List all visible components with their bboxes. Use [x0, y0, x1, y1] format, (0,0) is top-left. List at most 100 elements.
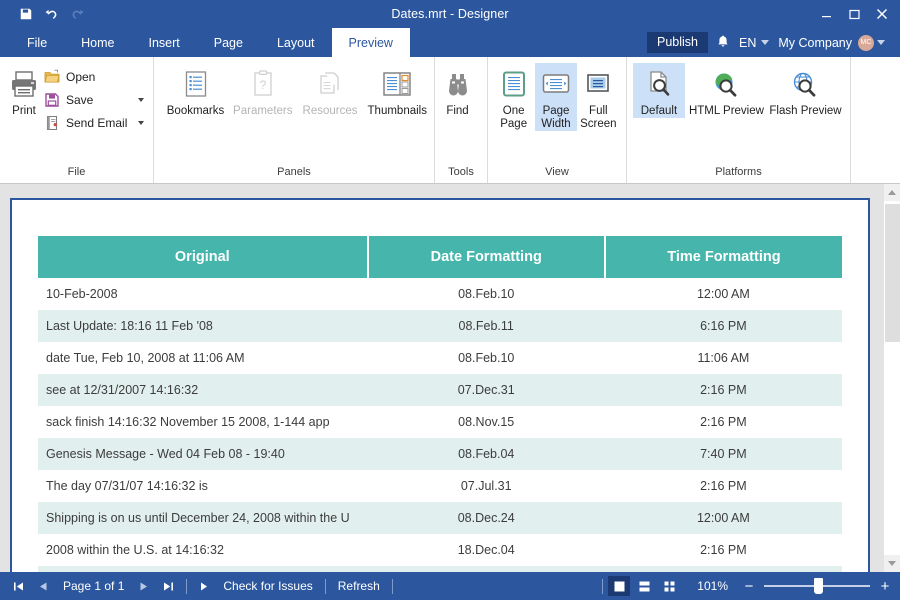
account-chevron-down-icon[interactable]	[877, 40, 885, 45]
cell-time: 12:00 AM	[604, 502, 842, 534]
check-issues-play-icon[interactable]	[192, 572, 216, 600]
zoom-slider-thumb[interactable]	[814, 578, 823, 594]
last-page-button[interactable]	[156, 572, 181, 600]
send-email-button[interactable]: Send Email	[41, 111, 146, 134]
cell-original: 10-Feb-2008	[46, 287, 118, 301]
title-bar: Dates.mrt - Designer	[0, 0, 900, 28]
tab-file[interactable]: File	[10, 28, 64, 57]
single-page-view-button[interactable]	[608, 576, 631, 596]
ribbon-group-label-platforms: Platforms	[715, 166, 762, 178]
tab-insert[interactable]: Insert	[132, 28, 197, 57]
full-screen-button[interactable]: Full Screen	[578, 63, 619, 131]
grid-view-button[interactable]	[658, 576, 680, 596]
maximize-button[interactable]	[840, 1, 868, 27]
scrollbar-thumb[interactable]	[884, 204, 900, 342]
ribbon-group-label-file: File	[67, 166, 86, 178]
scroll-up-button[interactable]	[883, 184, 900, 201]
close-button[interactable]	[868, 1, 896, 27]
bookmarks-button[interactable]: Bookmarks	[166, 63, 225, 118]
find-button[interactable]: Find	[435, 63, 480, 118]
ribbon-group-platforms: Default HTML Preview Flash Preview Platf…	[626, 57, 850, 183]
save-button-label: Save	[66, 92, 94, 107]
first-page-button[interactable]	[6, 572, 31, 600]
status-separator	[391, 578, 393, 594]
table-row: sack finish 14:16:32 November 15 2008, 1…	[38, 406, 842, 438]
cell-date: 08.Nov.15	[458, 415, 515, 429]
preview-canvas[interactable]: Original Date Formatting Time Formatting…	[0, 184, 883, 572]
column-header-time-formatting: Time Formatting	[604, 236, 842, 278]
thumbnails-button[interactable]: Thumbnails	[368, 63, 427, 118]
svg-text:?: ?	[259, 78, 266, 92]
tab-page[interactable]: Page	[197, 28, 260, 57]
folder-open-icon	[43, 68, 60, 85]
default-preview-button[interactable]: Default	[633, 63, 685, 118]
prev-page-button[interactable]	[31, 572, 55, 600]
minimize-button[interactable]	[812, 1, 840, 27]
cell-original: Genesis Message - Wed 04 Feb 08 - 19:40	[38, 438, 368, 470]
flash-preview-button[interactable]: Flash Preview	[768, 63, 843, 118]
table-row: The day 07/31/07 14:16:32 is 07.Jul.31 2…	[38, 470, 842, 502]
flash-preview-button-label: Flash Preview	[769, 105, 842, 117]
vertical-scrollbar[interactable]	[883, 184, 900, 572]
resources-button: Resources	[300, 63, 359, 118]
ribbon-group-label-tools: Tools	[448, 166, 474, 178]
avatar[interactable]: MC	[858, 34, 874, 51]
open-button[interactable]: Open	[41, 65, 146, 88]
cell-time: 2:16 PM	[700, 479, 747, 493]
page-width-button[interactable]: Page Width	[535, 63, 577, 131]
scrollbar-track[interactable]	[883, 201, 900, 555]
full-screen-button-label: Full Screen	[580, 105, 617, 130]
publish-button[interactable]: Publish	[646, 32, 708, 53]
tab-preview[interactable]: Preview	[331, 28, 410, 57]
status-separator	[602, 578, 604, 594]
zoom-out-button[interactable]: −	[742, 578, 756, 595]
language-selector[interactable]: EN	[739, 36, 756, 50]
zoom-slider[interactable]	[764, 578, 870, 594]
table-row: 2008 within the U.S. at 14:16:32 18.Dec.…	[38, 534, 842, 566]
cell-time: 6:16 PM	[604, 310, 842, 342]
next-page-button[interactable]	[132, 572, 156, 600]
flash-preview-icon	[789, 66, 821, 102]
tab-home[interactable]: Home	[64, 28, 131, 57]
document-area: Original Date Formatting Time Formatting…	[0, 184, 900, 572]
thumbnails-button-label: Thumbnails	[367, 105, 427, 117]
scroll-down-button[interactable]	[883, 555, 900, 572]
html-preview-icon	[710, 66, 742, 102]
account-bar: Publish EN My Company MC	[646, 28, 894, 57]
undo-icon[interactable]	[43, 6, 60, 23]
html-preview-button[interactable]: HTML Preview	[689, 63, 764, 118]
refresh-button[interactable]: Refresh	[331, 572, 387, 600]
window-controls	[812, 0, 900, 28]
cell-time: 2:16 PM	[700, 415, 747, 429]
tab-layout[interactable]: Layout	[260, 28, 332, 57]
chevron-down-icon[interactable]	[761, 40, 770, 45]
one-page-button[interactable]: One Page	[493, 63, 534, 131]
ribbon: Print Open Save Send Email File Bookmark…	[0, 57, 900, 184]
ribbon-group-panels: Bookmarks ? Parameters Resources Thumbna…	[153, 57, 434, 183]
zoom-level-label: 101%	[697, 579, 728, 593]
ribbon-group-tools: Find Tools	[434, 57, 487, 183]
zoom-in-button[interactable]: +	[878, 578, 892, 595]
ribbon-group-empty	[850, 57, 900, 183]
ribbon-group-file: Print Open Save Send Email File	[0, 57, 153, 183]
save-dropdown-chevron-icon[interactable]	[138, 97, 144, 102]
cell-date: 18.Dec.04	[457, 543, 515, 557]
check-for-issues-button[interactable]: Check for Issues	[216, 572, 319, 600]
cell-original: Shipping is on us until December 24, 200…	[38, 502, 368, 534]
table-header-row: Original Date Formatting Time Formatting	[38, 236, 842, 278]
send-email-dropdown-chevron-icon[interactable]	[138, 120, 144, 125]
notifications-bell-icon[interactable]	[717, 35, 729, 51]
status-separator	[186, 578, 188, 594]
save-button[interactable]: Save	[41, 88, 146, 111]
two-row-view-button[interactable]	[633, 576, 655, 596]
cell-time: 2:16 PM	[604, 374, 842, 406]
cell-original: sack finish 14:16:32 November 15 2008, 1…	[46, 415, 330, 429]
cell-time: 2:16 PM	[700, 543, 747, 557]
save-icon[interactable]	[17, 6, 34, 23]
print-button[interactable]: Print	[7, 63, 41, 118]
quick-access-toolbar	[0, 6, 86, 23]
company-name[interactable]: My Company	[778, 36, 852, 50]
redo-icon[interactable]	[69, 6, 86, 23]
report-page: Original Date Formatting Time Formatting…	[10, 198, 870, 572]
default-preview-button-label: Default	[640, 105, 678, 117]
